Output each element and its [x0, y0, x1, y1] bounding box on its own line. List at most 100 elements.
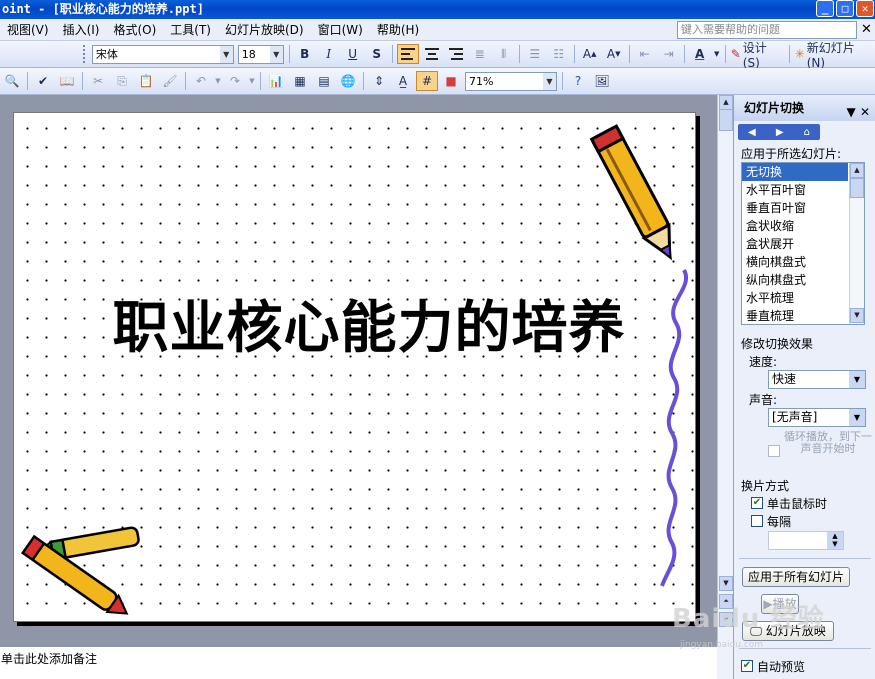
paste-icon[interactable]: 📋 — [135, 71, 157, 91]
loop-sound-label: 循环播放，到下一声音开始时 — [784, 430, 872, 455]
help-icon[interactable]: ? — [567, 71, 589, 91]
every-interval-spinner[interactable]: ▲ ▼ — [768, 531, 844, 550]
align-left-icon[interactable] — [396, 44, 419, 64]
back-icon[interactable]: ◀ — [748, 127, 756, 138]
notes-pane[interactable]: 单击此处添加备注 — [0, 646, 733, 679]
vertical-scrollbar[interactable]: ▲ ▼ ⏶ ⏷ — [717, 95, 733, 646]
transition-item[interactable]: 无切换 — [742, 163, 848, 181]
notes-scrollbar[interactable] — [717, 646, 733, 679]
close-button[interactable]: ✕ — [856, 0, 874, 17]
shadow-button[interactable]: S — [366, 44, 388, 64]
redo-icon[interactable]: ↷ — [224, 71, 246, 91]
transition-item[interactable]: 垂直梳理 — [742, 307, 848, 324]
insert-table-icon[interactable]: ▦ — [289, 71, 311, 91]
auto-preview-checkbox[interactable]: ✔ — [741, 660, 753, 672]
menu-slideshow[interactable]: 幻灯片放映(D) — [218, 19, 311, 41]
transition-item[interactable]: 盒状展开 — [742, 235, 848, 253]
new-slide-button[interactable]: ✳ 新幻灯片(N) — [794, 41, 874, 70]
separator — [27, 72, 28, 90]
speed-select[interactable]: 快速 ▼ — [768, 370, 866, 389]
decrease-font-icon[interactable]: A ▼ — [603, 44, 625, 64]
increase-indent-icon[interactable]: ⇥ — [658, 44, 680, 64]
close-icon[interactable]: ✕ — [860, 105, 870, 119]
pane-menu-and-close[interactable]: ▼ ✕ — [847, 99, 870, 125]
font-name-value: 宋体 — [95, 48, 118, 61]
font-color-button[interactable]: A — [689, 44, 711, 64]
chevron-down-icon[interactable]: ▼ — [248, 71, 256, 91]
transition-item[interactable]: 盒状收缩 — [742, 217, 848, 235]
office-assistant-icon[interactable]: 🖼 — [591, 71, 613, 91]
scroll-thumb[interactable] — [850, 178, 864, 198]
scroll-down-icon[interactable]: ▼ — [850, 308, 864, 323]
menu-format[interactable]: 格式(O) — [106, 19, 163, 41]
forward-icon[interactable]: ▶ — [776, 127, 784, 138]
zoom-select[interactable]: 71% ▼ — [465, 71, 557, 91]
home-icon[interactable]: ⌂ — [804, 127, 810, 138]
separator — [724, 45, 726, 63]
spelling-icon[interactable]: ✔ — [32, 71, 54, 91]
expand-all-icon[interactable]: ⇕ — [368, 71, 390, 91]
scroll-up-icon[interactable]: ▲ — [719, 95, 733, 110]
align-right-icon[interactable] — [445, 44, 467, 64]
color-grayscale-icon[interactable]: ■ — [440, 71, 462, 91]
bold-button[interactable]: B — [294, 44, 316, 64]
menu-tools[interactable]: 工具(T) — [163, 19, 218, 41]
font-name-select[interactable]: 宋体 ▼ — [91, 44, 234, 64]
menu-help[interactable]: 帮助(H) — [370, 19, 426, 41]
bullets-icon[interactable]: ☷ — [548, 44, 570, 64]
close-document-icon[interactable]: ✕ — [861, 21, 872, 39]
decrease-indent-icon[interactable]: ⇤ — [634, 44, 656, 64]
increase-font-icon[interactable]: A ▲ — [579, 44, 601, 64]
separator — [391, 45, 393, 63]
task-pane: 幻灯片切换 ▼ ✕ ◀ ▶ ⌂ 应用于所选幻灯片: 无切换 水平百叶窗 垂直百叶… — [733, 95, 875, 679]
transition-list-scrollbar[interactable]: ▲ ▼ — [849, 163, 864, 324]
minimize-button[interactable]: _ — [816, 0, 834, 17]
maximize-button[interactable]: □ — [836, 0, 854, 17]
scroll-down-icon[interactable]: ▼ — [719, 576, 733, 591]
align-center-icon[interactable] — [421, 44, 443, 64]
loop-sound-checkbox[interactable] — [768, 445, 780, 457]
on-click-checkbox[interactable]: ✔ — [751, 497, 763, 509]
print-preview-icon[interactable]: 🔍 — [1, 71, 23, 91]
copy-icon[interactable]: ⎘ — [111, 71, 133, 91]
tables-borders-icon[interactable]: ▤ — [313, 71, 335, 91]
cut-icon[interactable]: ✂ — [87, 71, 109, 91]
scroll-thumb[interactable] — [719, 109, 733, 131]
slide-canvas[interactable]: 职业核心能力的培养 — [13, 112, 696, 622]
font-size-select[interactable]: 18 ▼ — [237, 44, 284, 64]
apply-to-all-button[interactable]: 应用于所有幻灯片 — [742, 567, 850, 587]
menu-window[interactable]: 窗口(W) — [311, 19, 370, 41]
insert-chart-icon[interactable]: 📊 — [265, 71, 287, 91]
menu-view[interactable]: 视图(V) — [0, 19, 56, 41]
help-search-input[interactable]: 键入需要帮助的问题 — [677, 21, 857, 39]
show-grid-icon[interactable]: # — [416, 71, 438, 91]
separator — [562, 72, 563, 90]
sound-select[interactable]: [无声音] ▼ — [768, 408, 866, 427]
transition-list[interactable]: 无切换 水平百叶窗 垂直百叶窗 盒状收缩 盒状展开 横向棋盘式 纵向棋盘式 水平… — [741, 162, 865, 325]
slide-title[interactable]: 职业核心能力的培养 — [74, 293, 664, 363]
design-button[interactable]: ✎ 设计(S) — [730, 41, 785, 70]
separator — [683, 45, 685, 63]
notes-placeholder: 单击此处添加备注 — [1, 652, 98, 666]
italic-button[interactable]: I — [318, 44, 340, 64]
menu-insert[interactable]: 插入(I) — [56, 19, 107, 41]
every-checkbox[interactable] — [751, 515, 763, 527]
insert-hyperlink-icon[interactable]: 🌐 — [337, 71, 359, 91]
transition-item[interactable]: 垂直百叶窗 — [742, 199, 848, 217]
justify-icon[interactable]: ≣ — [469, 44, 491, 64]
transition-item[interactable]: 横向棋盘式 — [742, 253, 848, 271]
distribute-icon[interactable]: ⫴ — [493, 44, 515, 64]
numbering-icon[interactable]: ☰ — [524, 44, 546, 64]
research-icon[interactable]: 📖 — [56, 71, 78, 91]
underline-button[interactable]: U — [342, 44, 364, 64]
transition-item[interactable]: 纵向棋盘式 — [742, 271, 848, 289]
show-formatting-icon[interactable]: A̲ — [392, 71, 414, 91]
chevron-down-icon[interactable]: ▼ — [713, 44, 721, 64]
toolbar-grip[interactable] — [82, 45, 87, 63]
format-painter-icon[interactable]: 🖌 — [159, 71, 181, 91]
transition-item[interactable]: 水平梳理 — [742, 289, 848, 307]
transition-item[interactable]: 水平百叶窗 — [742, 181, 848, 199]
undo-icon[interactable]: ↶ — [190, 71, 212, 91]
chevron-down-icon[interactable]: ▼ — [214, 71, 222, 91]
scroll-up-icon[interactable]: ▲ — [850, 163, 864, 178]
